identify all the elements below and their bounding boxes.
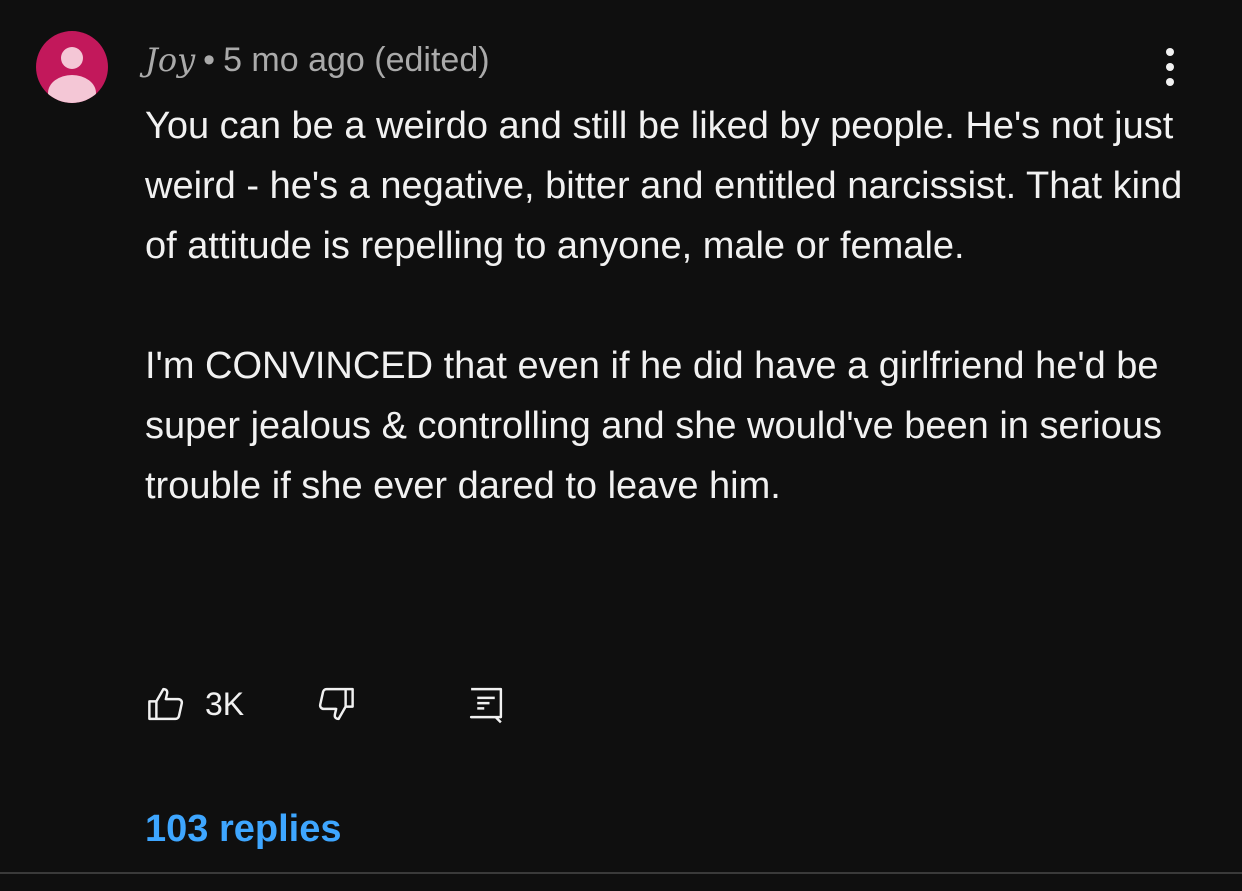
comment-actions: 3K [145,678,545,730]
comment-paragraph: You can be a weirdo and still be liked b… [145,105,1183,267]
avatar[interactable] [36,31,108,103]
comment-timestamp: 5 mo ago (edited) [223,41,490,79]
comment-reply-icon [469,687,503,724]
comment-body: You can be a weirdo and still be liked b… [145,96,1205,516]
person-silhouette-icon [48,47,96,103]
vertical-dots-icon [1166,48,1174,86]
thumbs-down-icon [318,687,354,721]
more-options-button[interactable] [1150,44,1190,90]
comment-meta: Joy • 5 mo ago (edited) [145,38,490,82]
dislike-button[interactable] [315,678,357,730]
like-count: 3K [205,685,245,722]
view-replies-link[interactable]: 103 replies [145,806,341,852]
like-button[interactable]: 3K [145,678,244,730]
reply-button[interactable] [465,678,507,730]
thumbs-up-icon [148,687,184,721]
meta-separator: • [203,41,216,79]
divider [0,872,1242,874]
author-name[interactable]: Joy [145,41,195,79]
comment-paragraph: I'm CONVINCED that even if he did have a… [145,345,1163,507]
